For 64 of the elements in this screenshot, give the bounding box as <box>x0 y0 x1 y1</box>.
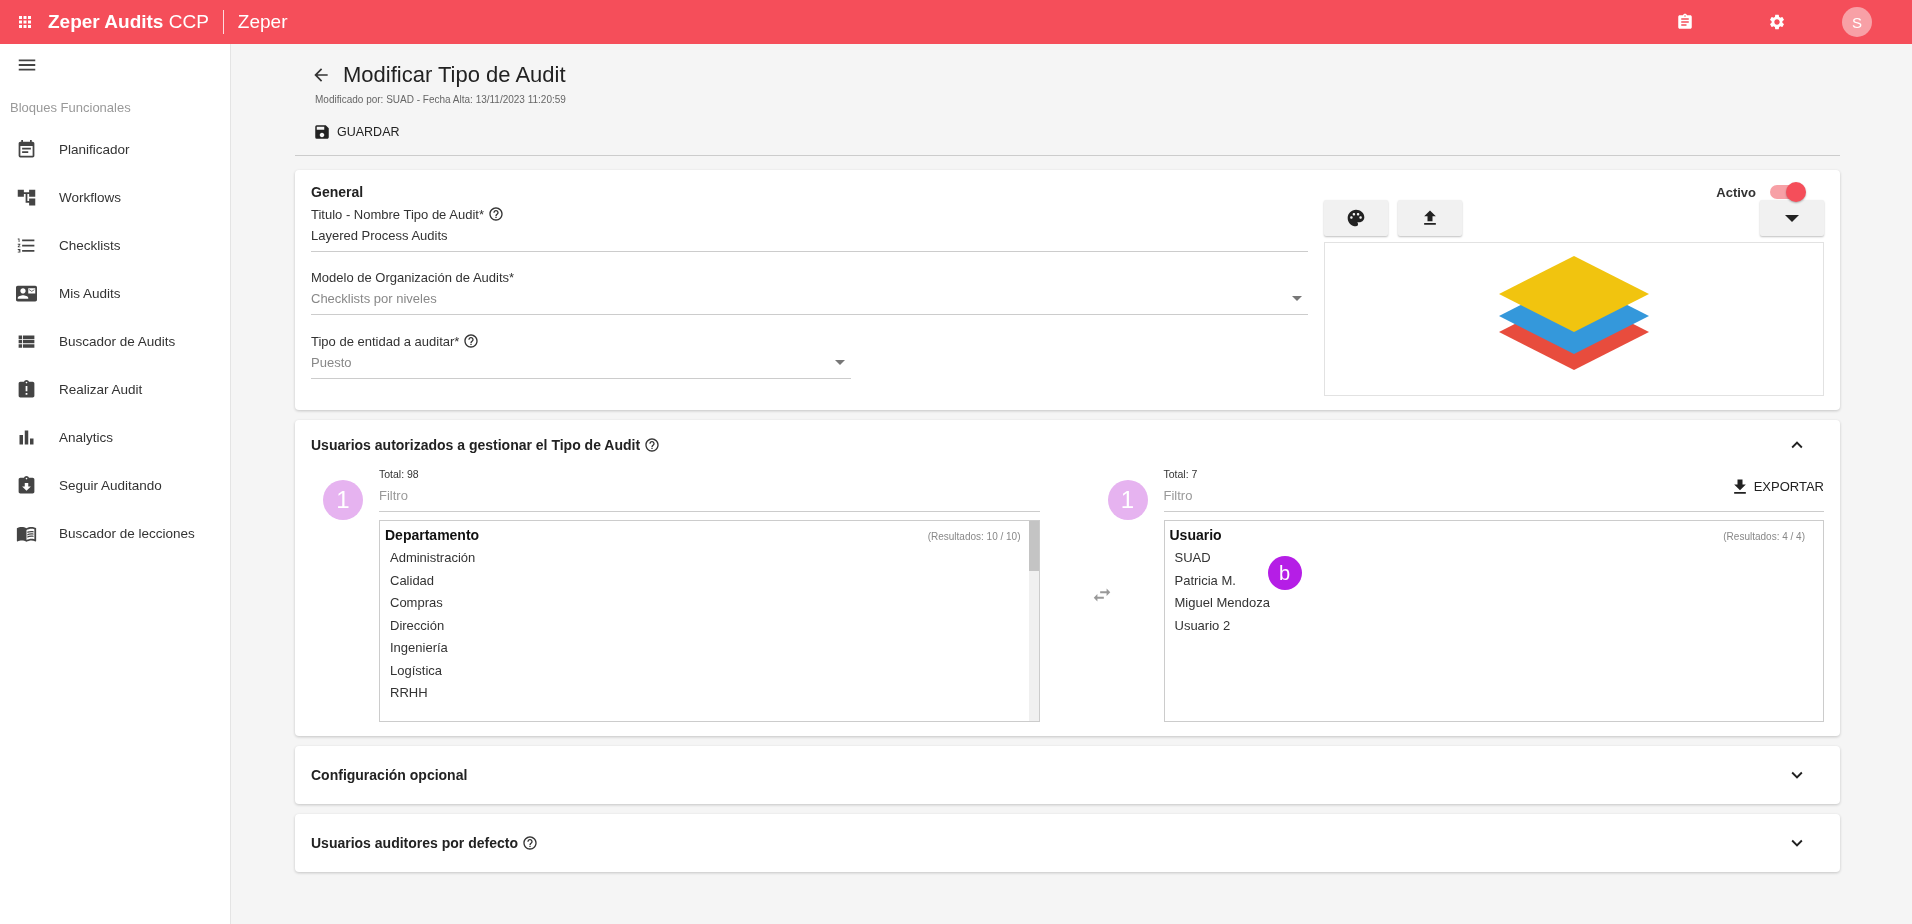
sidebar-section-title: Bloques Funcionales <box>9 99 132 117</box>
sidebar-item[interactable]: Planificador <box>0 125 230 173</box>
list-item[interactable]: RRHH <box>380 682 438 705</box>
page-subtitle: Modificado por: SUAD - Fecha Alta: 13/11/2023 11:20:59 <box>314 94 567 105</box>
field-label: Modelo de Organización de Audits* <box>311 270 515 285</box>
list-item[interactable]: Patricia M. <box>1164 569 1246 592</box>
dropdown-button[interactable] <box>1760 200 1824 236</box>
save-button[interactable]: GUARDAR <box>295 113 420 151</box>
export-button[interactable]: EXPORTAR <box>1729 470 1824 503</box>
step-badge: 1 <box>323 480 363 520</box>
palette-icon <box>1346 208 1366 228</box>
card-title: Usuarios auditores por defecto <box>311 835 518 851</box>
toggle-label: Activo <box>1716 184 1756 200</box>
help-icon[interactable] <box>644 437 661 453</box>
card-title: Usuarios autorizados a gestionar el Tipo de Audit <box>311 437 641 453</box>
step-badge: 1 <box>1107 480 1148 520</box>
upload-button[interactable] <box>1398 200 1462 236</box>
active-toggle[interactable] <box>1770 185 1804 199</box>
marker-badge: b <box>1267 556 1302 590</box>
help-icon[interactable] <box>487 206 504 222</box>
list-item[interactable]: Administración <box>380 547 486 570</box>
scrollbar[interactable] <box>1028 521 1039 721</box>
list-header: Usuario <box>1169 527 1222 543</box>
sidebar-item[interactable]: Workflows <box>0 173 230 221</box>
apps-icon[interactable] <box>16 13 34 31</box>
save-icon <box>313 123 331 141</box>
sidebar-item[interactable]: Realizar Audit <box>0 365 230 413</box>
list-header: Departamento <box>385 527 480 543</box>
sidebar-item[interactable]: Analytics <box>0 413 230 461</box>
card-title: Configuración opcional <box>311 767 468 783</box>
results-count: (Resultados: 10 / 10) <box>927 531 1021 542</box>
calendar-icon <box>16 138 37 160</box>
list-item[interactable]: Usuario 2 <box>1164 614 1241 637</box>
list-item[interactable]: Dirección <box>380 614 455 637</box>
card-title: General <box>311 184 364 200</box>
list-item[interactable]: Ingeniería <box>380 637 458 660</box>
total-count: Total: 98 <box>379 468 419 480</box>
caret-icon <box>1292 296 1302 301</box>
sidebar-item[interactable]: Checklists <box>0 221 230 269</box>
palette-button[interactable] <box>1324 200 1388 236</box>
field-label: Titulo - Nombre Tipo de Audit* <box>311 206 484 222</box>
page-title: Modificar Tipo de Audit <box>343 62 566 88</box>
list-item[interactable]: SUAD <box>1164 547 1221 570</box>
sidebar-item[interactable]: Seguir Auditando <box>0 461 230 509</box>
help-icon[interactable] <box>521 835 538 851</box>
list-item[interactable]: Logística <box>380 659 453 682</box>
field-label: Tipo de entidad a auditar* <box>311 333 460 349</box>
sidebar-item[interactable]: Mis Audits <box>0 269 230 317</box>
sidebar-item[interactable]: Buscador de lecciones <box>0 509 230 557</box>
text-field[interactable]: Layered Process Audits <box>311 222 1308 252</box>
caret-icon <box>835 360 845 365</box>
app-title: Zeper Audits CCP <box>48 11 209 33</box>
clipboard-icon[interactable] <box>1676 13 1694 31</box>
clipboard-download-icon <box>16 474 37 496</box>
list-item[interactable]: Calidad <box>380 569 445 592</box>
list-item[interactable]: Compras <box>380 592 453 615</box>
org-name: Zeper <box>237 11 288 33</box>
caret-icon <box>1785 214 1799 222</box>
sidebar-item[interactable]: Buscador de Audits <box>0 317 230 365</box>
list-item[interactable]: Miguel Mendoza <box>1164 592 1280 615</box>
settings-icon[interactable] <box>1768 13 1786 31</box>
clipboard-alert-icon <box>16 378 37 400</box>
total-count: Total: 7 <box>1163 468 1198 480</box>
results-count: (Resultados: 4 / 4) <box>1723 531 1805 542</box>
